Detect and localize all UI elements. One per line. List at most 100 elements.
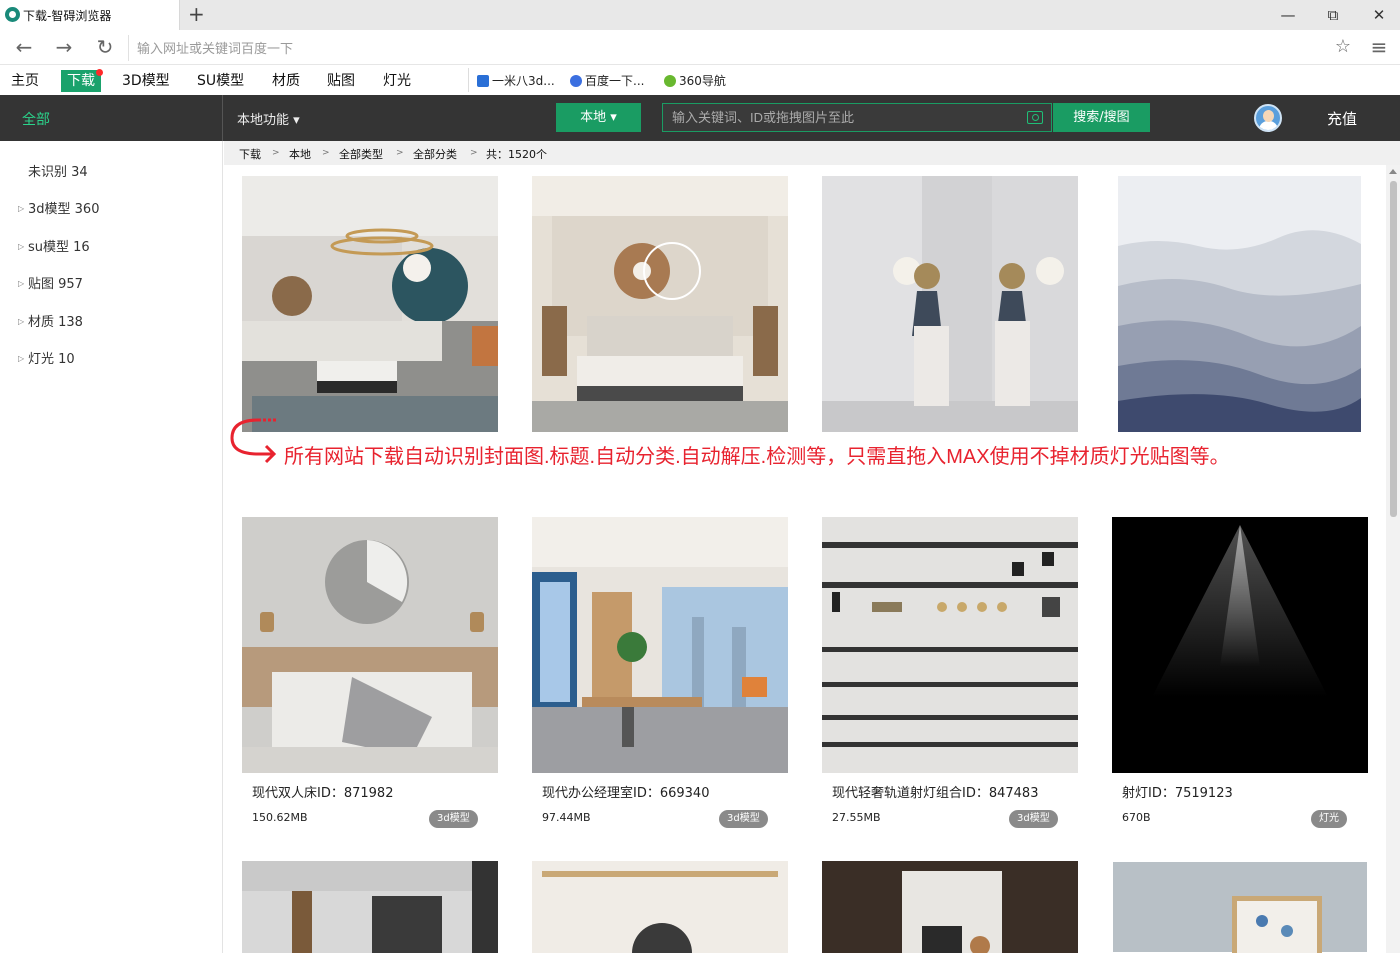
breadcrumb-download[interactable]: 下载 <box>239 146 261 162</box>
sidebar-item-materials[interactable]: ▷ 材质 138 <box>18 311 83 331</box>
bookmark-home[interactable]: 主页 <box>5 70 45 92</box>
menu-icon[interactable]: ≡ <box>1367 34 1391 60</box>
thumbnail-sculpture[interactable] <box>822 176 1078 432</box>
sidebar-item-3d-models[interactable]: ▷ 3d模型 360 <box>18 198 99 218</box>
thumbnail-mountains[interactable] <box>1118 176 1361 432</box>
wardrobe-image <box>242 861 498 953</box>
restore-icon[interactable]: ⧉ <box>1318 3 1348 27</box>
sidebar-item-unrecognized[interactable]: 未识别 34 <box>28 161 88 181</box>
forward-icon[interactable]: → <box>52 34 76 60</box>
category-sidebar: 未识别 34 ▷ 3d模型 360 ▷ su模型 16 ▷ 贴图 957 ▷ 材质 13… <box>0 141 223 953</box>
scroll-up-icon[interactable] <box>1389 169 1397 174</box>
address-input[interactable] <box>128 35 1308 61</box>
minimize-icon[interactable]: — <box>1273 3 1303 27</box>
avatar-body <box>1259 121 1278 130</box>
quick-link-yimi[interactable]: 一米八3d... <box>477 72 555 89</box>
bookmark-divider <box>468 68 469 92</box>
bookmark-textures[interactable]: 贴图 <box>321 70 361 92</box>
sidebar-item-su-models[interactable]: ▷ su模型 16 <box>18 236 90 256</box>
expand-arrow-icon[interactable]: ▷ <box>18 204 28 213</box>
thumbnail-living-room[interactable] <box>242 176 498 432</box>
bookmark-3d-models[interactable]: 3D模型 <box>116 70 176 92</box>
local-source-dropdown[interactable]: 本地 ▾ <box>556 103 641 132</box>
item-title[interactable]: 现代办公经理室ID：669340 <box>542 782 709 801</box>
recharge-button[interactable]: 充值 <box>1327 108 1357 129</box>
search-box <box>662 103 1052 132</box>
close-icon[interactable]: ✕ <box>1364 3 1394 27</box>
breadcrumb-local[interactable]: 本地 <box>289 146 311 162</box>
sidebar-item-textures[interactable]: ▷ 贴图 957 <box>18 273 83 293</box>
avatar[interactable] <box>1254 104 1282 132</box>
item-tag[interactable]: 3d模型 <box>429 810 478 828</box>
title-bar: 下载-智碍浏览器 + — ⧉ ✕ <box>0 0 1400 30</box>
marble-wall-image <box>822 861 1078 953</box>
browser-tab[interactable]: 下载-智碍浏览器 <box>0 0 180 30</box>
breadcrumb-all-categories[interactable]: 全部分类 <box>413 146 457 162</box>
thumbnail-spotlight[interactable] <box>1112 517 1368 773</box>
item-title[interactable]: 现代轻奢轨道射灯组合ID：847483 <box>832 782 1038 801</box>
expand-arrow-icon[interactable]: ▷ <box>18 242 28 251</box>
baidu-icon <box>570 74 582 87</box>
bookmark-su-models[interactable]: SU模型 <box>191 70 250 92</box>
expand-arrow-icon[interactable]: ▷ <box>18 317 28 326</box>
item-size: 97.44MB <box>542 811 591 824</box>
thumbnail-office[interactable] <box>532 517 788 773</box>
yimi-icon <box>477 74 489 87</box>
camera-icon[interactable] <box>1027 111 1043 124</box>
all-category-label: 全部 <box>22 112 50 128</box>
all-category-tab[interactable]: 全部 <box>0 95 223 141</box>
double-bed-image <box>242 517 498 773</box>
dining-image <box>532 861 788 953</box>
sidebar-item-label: 材质 138 <box>28 315 83 330</box>
thumbnail-marble-wall[interactable] <box>822 861 1078 953</box>
butterfly-art-image <box>1112 861 1368 953</box>
tab-title: 下载-智碍浏览器 <box>23 9 112 23</box>
thumbnail-wardrobe[interactable] <box>242 861 498 953</box>
scrollbar-thumb[interactable] <box>1390 181 1397 517</box>
back-icon[interactable]: ← <box>12 34 36 60</box>
expand-arrow-icon[interactable]: ▷ <box>18 279 28 288</box>
sidebar-item-lights[interactable]: ▷ 灯光 10 <box>18 348 75 368</box>
avatar-face <box>1263 110 1274 122</box>
item-tag[interactable]: 3d模型 <box>1009 810 1058 828</box>
bookmark-lights[interactable]: 灯光 <box>377 70 417 92</box>
vertical-scrollbar[interactable] <box>1386 165 1400 953</box>
local-functions-dropdown[interactable]: 本地功能 ▾ <box>237 109 300 128</box>
expand-arrow-icon[interactable]: ▷ <box>18 354 28 363</box>
star-icon[interactable]: ☆ <box>1331 34 1355 60</box>
sidebar-item-label: 3d模型 360 <box>28 202 100 217</box>
item-size: 27.55MB <box>832 811 881 824</box>
item-tag[interactable]: 3d模型 <box>719 810 768 828</box>
quick-link-360[interactable]: 360导航 <box>664 72 726 89</box>
item-size: 670B <box>1122 811 1151 824</box>
item-tag[interactable]: 灯光 <box>1311 810 1347 828</box>
bookmarks-bar: 主页 下载 3D模型 SU模型 材质 贴图 灯光 一米八3d... 百度一下..… <box>0 65 1400 95</box>
sculpture-image <box>822 176 1078 432</box>
reload-icon[interactable]: ↻ <box>93 34 117 60</box>
promo-text: 所有网站下载自动识别封面图.标题.自动分类.自动解压.检测等，只需直拖入MAX使… <box>284 446 1230 468</box>
item-title[interactable]: 现代双人床ID：871982 <box>252 782 393 801</box>
search-button[interactable]: 搜索/搜图 <box>1053 103 1150 132</box>
track-lights-image <box>822 517 1078 773</box>
thumbnail-dining[interactable] <box>532 861 788 953</box>
quick-link-label: 百度一下... <box>585 74 645 88</box>
search-input[interactable] <box>663 104 1013 131</box>
living-room-image <box>242 176 498 432</box>
toolbar: 全部 本地功能 ▾ 本地 ▾ 搜索/搜图 充值 <box>0 95 1400 141</box>
office-image <box>532 517 788 773</box>
spotlight-image <box>1112 517 1368 773</box>
thumbnail-butterfly-art[interactable] <box>1112 861 1368 953</box>
new-tab-button[interactable]: + <box>188 2 205 26</box>
thumbnail-track-lights[interactable] <box>822 517 1078 773</box>
bookmark-download[interactable]: 下载 <box>61 69 103 92</box>
thumbnail-double-bed[interactable] <box>242 517 498 773</box>
bookmark-materials[interactable]: 材质 <box>266 70 306 92</box>
sidebar-item-label: 贴图 957 <box>28 277 83 292</box>
quick-link-baidu[interactable]: 百度一下... <box>570 72 644 89</box>
item-title[interactable]: 射灯ID：7519123 <box>1122 782 1233 801</box>
thumbnail-bedroom[interactable] <box>532 176 788 432</box>
browser-logo-icon <box>5 7 20 22</box>
quick-link-label: 一米八3d... <box>492 74 555 88</box>
breadcrumb-all-types[interactable]: 全部类型 <box>339 146 383 162</box>
breadcrumb-total-count: 共：1520个 <box>486 148 547 161</box>
